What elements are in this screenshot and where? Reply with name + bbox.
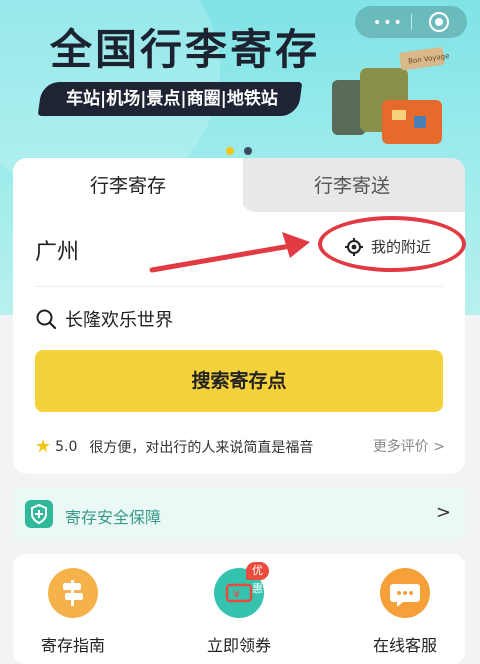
pagination-dot-active <box>226 147 234 155</box>
quick-actions: 寄存指南 ¥ 优惠 立即领券 在线客服 <box>13 554 465 664</box>
banner-subtitle-text: 车站|机场|景点|商圈|地铁站 <box>66 89 278 109</box>
search-input[interactable]: 长隆欢乐世界 <box>35 306 173 332</box>
tab-luggage-delivery[interactable]: 行李寄送 <box>239 158 465 212</box>
banner-pagination <box>226 140 262 159</box>
customer-service-button[interactable]: 在线客服 <box>345 568 465 656</box>
search-storage-button[interactable]: 搜索寄存点 <box>35 350 443 412</box>
chat-icon <box>380 568 430 618</box>
storage-search-card: 行李寄送 行李寄存 广州 我的附近 长隆欢乐世界 搜索寄存点 ★ 5.0 很方便… <box>13 158 465 474</box>
pagination-dot <box>244 147 252 155</box>
safety-label: 寄存安全保障 <box>65 508 162 527</box>
review-score: 5.0 <box>55 438 78 455</box>
shield-icon <box>25 500 53 528</box>
annotation-ellipse <box>318 216 466 272</box>
coupon-icon: ¥ 优惠 <box>214 562 269 618</box>
signpost-icon <box>48 568 98 618</box>
storage-guide-button[interactable]: 寄存指南 <box>13 568 133 656</box>
svg-text:¥: ¥ <box>233 588 240 601</box>
tab-luggage-storage[interactable]: 行李寄存 <box>13 158 243 214</box>
capsule-divider <box>411 14 412 30</box>
miniprogram-capsule[interactable]: ••• <box>355 6 467 38</box>
search-icon <box>36 309 57 330</box>
get-coupon-button[interactable]: ¥ 优惠 立即领券 <box>179 562 299 656</box>
safety-guarantee-row[interactable]: 寄存安全保障 > <box>13 488 465 540</box>
search-text: 长隆欢乐世界 <box>65 310 173 331</box>
more-icon[interactable]: ••• <box>373 15 404 31</box>
luggage-illustration: Bon Voyage <box>332 47 450 144</box>
storage-guide-label: 寄存指南 <box>40 636 105 655</box>
more-reviews-link[interactable]: 更多评价 > <box>373 436 445 456</box>
star-icon: ★ <box>35 436 52 457</box>
city-selector[interactable]: 广州 <box>35 234 79 266</box>
review-snippet: ★ 5.0 很方便，对出行的人来说简直是福音 <box>35 436 313 457</box>
annotation-arrow <box>149 232 310 273</box>
review-text: 很方便，对出行的人来说简直是福音 <box>89 439 314 456</box>
get-coupon-label: 立即领券 <box>206 636 271 655</box>
promo-badge: 优惠 <box>246 562 269 595</box>
record-icon[interactable] <box>429 12 449 32</box>
banner-subtitle: 车站|机场|景点|商圈|地铁站 <box>37 82 303 116</box>
chevron-right-icon: > <box>435 502 451 523</box>
customer-service-label: 在线客服 <box>372 636 437 655</box>
banner-title: 全国行李寄存 <box>50 25 321 74</box>
